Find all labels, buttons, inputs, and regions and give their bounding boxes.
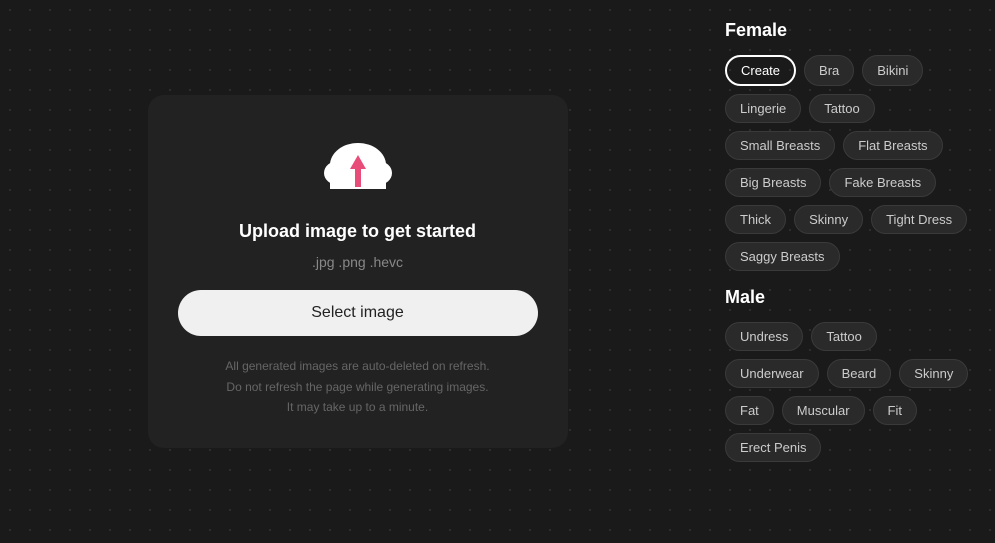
upload-icon (318, 135, 398, 205)
female-tag-fake-breasts[interactable]: Fake Breasts (829, 168, 936, 197)
female-section: Female Create Bra Bikini Lingerie Tattoo Smal… (725, 20, 975, 271)
male-tag-muscular[interactable]: Muscular (782, 396, 865, 425)
male-tag-fat[interactable]: Fat (725, 396, 774, 425)
male-tag-skinny[interactable]: Skinny (899, 359, 968, 388)
male-tag-fit[interactable]: Fit (873, 396, 917, 425)
female-tag-tattoo[interactable]: Tattoo (809, 94, 874, 123)
female-tag-saggy-breasts[interactable]: Saggy Breasts (725, 242, 840, 271)
upload-formats: .jpg .png .hevc (312, 254, 403, 270)
female-tag-create[interactable]: Create (725, 55, 796, 86)
female-tag-skinny[interactable]: Skinny (794, 205, 863, 234)
female-tag-bikini[interactable]: Bikini (862, 55, 923, 86)
female-tag-lingerie[interactable]: Lingerie (725, 94, 801, 123)
male-tag-undress[interactable]: Undress (725, 322, 803, 351)
upload-notice: All generated images are auto-deleted on… (225, 356, 489, 417)
male-section: Male Undress Tattoo Underwear BeardSkinny Fa… (725, 287, 975, 462)
female-tag-flat-breasts[interactable]: Flat Breasts (843, 131, 942, 160)
male-tags-grid: Undress Tattoo Underwear BeardSkinny Fat Musc… (725, 322, 975, 462)
right-panel: Female Create Bra Bikini Lingerie Tattoo Smal… (715, 0, 995, 543)
male-tag-erect-penis[interactable]: Erect Penis (725, 433, 821, 462)
male-tag-beard[interactable]: Beard (827, 359, 892, 388)
left-panel: Upload image to get started .jpg .png .h… (0, 0, 715, 543)
female-tag-small-breasts[interactable]: Small Breasts (725, 131, 835, 160)
upload-card: Upload image to get started .jpg .png .h… (148, 95, 568, 447)
upload-title: Upload image to get started (239, 221, 476, 242)
female-tag-thick[interactable]: Thick (725, 205, 786, 234)
male-tag-tattoo[interactable]: Tattoo (811, 322, 876, 351)
female-tags-grid: Create Bra Bikini Lingerie Tattoo Small Breas… (725, 55, 975, 271)
female-section-title: Female (725, 20, 975, 41)
female-tag-big-breasts[interactable]: Big Breasts (725, 168, 821, 197)
male-section-title: Male (725, 287, 975, 308)
male-tag-underwear[interactable]: Underwear (725, 359, 819, 388)
female-tag-tight-dress[interactable]: Tight Dress (871, 205, 967, 234)
select-image-button[interactable]: Select image (178, 290, 538, 336)
female-tag-bra[interactable]: Bra (804, 55, 854, 86)
